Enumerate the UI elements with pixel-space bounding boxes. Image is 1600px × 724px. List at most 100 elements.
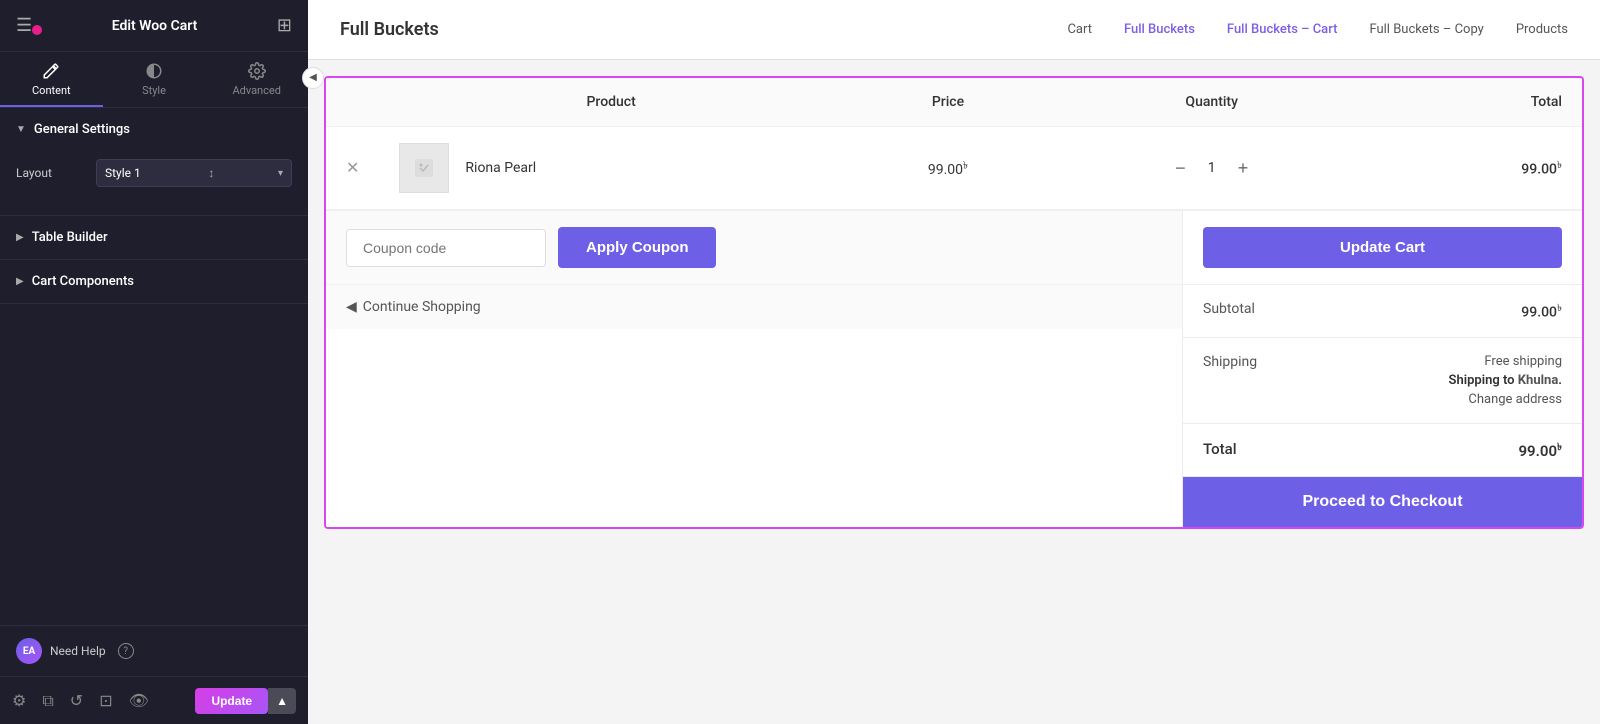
currency-sup: ৳ [963, 160, 968, 171]
section-general-settings: ▼ General Settings Layout Style 1 ↕ ▾ [0, 108, 308, 216]
subtotal-currency: ৳ [1557, 303, 1562, 314]
product-image [399, 143, 449, 193]
th-remove [326, 78, 379, 127]
eye-icon[interactable]: 👁 [129, 691, 149, 710]
tab-style[interactable]: Style [103, 52, 206, 107]
top-nav: Full Buckets Cart Full Buckets Full Buck… [308, 0, 1600, 60]
proceed-to-checkout-button[interactable]: Proceed to Checkout [1183, 477, 1582, 527]
responsive-icon[interactable]: ⊡ [99, 691, 112, 710]
layers-icon[interactable]: ⧉ [42, 691, 53, 711]
subtotal-value: 99.00৳ [1521, 301, 1562, 321]
cart-components-label: Cart Components [32, 274, 134, 289]
ea-avatar: EA [16, 638, 42, 664]
nav-link-products[interactable]: Products [1516, 22, 1568, 37]
total-value: 99.00৳ [1518, 440, 1562, 460]
quantity-decrease-button[interactable]: − [1171, 158, 1190, 179]
shipping-to-text: Shipping to Khulna. [1449, 373, 1562, 388]
history-icon[interactable]: ↺ [70, 691, 83, 710]
subtotal-row: Subtotal 99.00৳ [1183, 285, 1582, 338]
pencil-icon [42, 62, 60, 80]
price-cell: 99.00৳ [843, 127, 1053, 210]
total-amount: 99.00 [1518, 442, 1557, 460]
tab-content[interactable]: Content [0, 52, 103, 107]
grid-icon[interactable]: ⊞ [277, 15, 292, 36]
sidebar-content: ▼ General Settings Layout Style 1 ↕ ▾ ▶ … [0, 108, 308, 367]
quantity-increase-button[interactable]: + [1234, 158, 1253, 179]
collapse-arrow-down: ▼ [16, 124, 26, 135]
product-info: Riona Pearl [399, 143, 822, 193]
product-name: Riona Pearl [465, 160, 536, 176]
nav-link-full-buckets-copy[interactable]: Full Buckets – Copy [1369, 22, 1483, 37]
settings-icon[interactable]: ⚙ [12, 691, 26, 710]
update-cart-row: Update Cart [1183, 211, 1582, 285]
table-header-row: Product Price Quantity Total [326, 78, 1582, 127]
nav-link-full-buckets[interactable]: Full Buckets [1124, 22, 1195, 37]
collapse-arrow-right-cart: ▶ [16, 276, 24, 287]
th-product: Product [379, 78, 842, 127]
cart-table: Product Price Quantity Total ✕ [326, 78, 1582, 210]
hamburger-icon[interactable]: ☰ [16, 15, 32, 36]
change-address-link[interactable]: Change address [1468, 392, 1562, 407]
continue-shopping-label: Continue Shopping [363, 299, 481, 315]
sidebar: ☰ Edit Woo Cart ⊞ Content Style Advanc [0, 0, 308, 724]
nav-link-cart[interactable]: Cart [1067, 22, 1092, 37]
total-amount: 99.00 [1521, 162, 1557, 178]
shipping-details: Free shipping Shipping to Khulna. Change… [1449, 354, 1562, 407]
quantity-cell: − 1 + [1053, 127, 1370, 210]
back-arrow-icon: ◀ [346, 299, 357, 315]
price-amount: 99.00 [928, 162, 963, 178]
layout-select[interactable]: Style 1 ↕ ▾ [96, 159, 292, 187]
help-icon[interactable]: ? [118, 643, 134, 659]
update-group: Update ▲ [195, 688, 296, 714]
quantity-controls: − 1 + [1073, 158, 1350, 179]
avatar-text: EA [23, 646, 35, 657]
product-cell: Riona Pearl [379, 127, 842, 210]
dropdown-arrow-icon: ▾ [278, 168, 283, 179]
tab-advanced[interactable]: Advanced [205, 52, 308, 107]
table-builder-label: Table Builder [32, 230, 108, 245]
price-value: 99.00৳ [928, 162, 968, 178]
sidebar-tabs: Content Style Advanced [0, 52, 308, 108]
shipping-row: Shipping Free shipping Shipping to Khuln… [1183, 338, 1582, 424]
tab-style-label: Style [142, 84, 166, 97]
update-chevron-icon[interactable]: ▲ [268, 688, 296, 714]
shipping-label: Shipping [1203, 354, 1257, 370]
continue-shopping-link[interactable]: ◀ Continue Shopping [346, 299, 1162, 315]
sidebar-toolbar: ⚙ ⧉ ↺ ⊡ 👁 Update ▲ [0, 676, 308, 724]
nav-links: Cart Full Buckets Full Buckets – Cart Fu… [1067, 22, 1568, 37]
collapse-panel-btn[interactable]: ◀ [302, 67, 324, 89]
tab-content-label: Content [32, 84, 71, 97]
shipping-to-label: Shipping to [1449, 373, 1515, 388]
total-cell: 99.00৳ [1370, 127, 1582, 210]
remove-cell: ✕ [326, 127, 379, 210]
general-settings-header[interactable]: ▼ General Settings [0, 108, 308, 151]
sidebar-footer: EA Need Help ? [0, 625, 308, 676]
update-cart-button[interactable]: Update Cart [1203, 227, 1562, 268]
update-button[interactable]: Update [195, 688, 268, 714]
shipping-city: Khulna [1518, 373, 1559, 388]
cart-components-header[interactable]: ▶ Cart Components [0, 260, 308, 303]
cart-totals: Update Cart Subtotal 99.00৳ Shipping Fre… [1182, 211, 1582, 527]
cursor-indicator: ↕ [208, 166, 214, 180]
coupon-input-area: Apply Coupon [346, 227, 716, 268]
nav-link-full-buckets-cart[interactable]: Full Buckets – Cart [1227, 22, 1338, 37]
collapse-panel-icon: ◀ [309, 72, 317, 83]
th-quantity: Quantity [1053, 78, 1370, 127]
layout-label: Layout [16, 166, 96, 180]
sidebar-header-left: ☰ [16, 15, 32, 36]
image-placeholder-icon [412, 156, 436, 180]
bottom-section: Apply Coupon ◀ Continue Shopping Upd [326, 210, 1582, 527]
apply-coupon-button[interactable]: Apply Coupon [558, 227, 716, 268]
table-builder-header[interactable]: ▶ Table Builder [0, 216, 308, 259]
need-help-text[interactable]: Need Help [50, 644, 106, 658]
total-currency: ৳ [1557, 160, 1562, 171]
sidebar-title: Edit Woo Cart [112, 18, 198, 34]
subtotal-amount: 99.00 [1521, 305, 1557, 321]
coupon-row: Apply Coupon [326, 211, 1182, 285]
coupon-input[interactable] [346, 229, 546, 267]
style-icon [145, 62, 163, 80]
remove-item-button[interactable]: ✕ [346, 158, 359, 178]
quantity-value: 1 [1202, 160, 1222, 176]
th-price: Price [843, 78, 1053, 127]
section-cart-components: ▶ Cart Components [0, 260, 308, 304]
